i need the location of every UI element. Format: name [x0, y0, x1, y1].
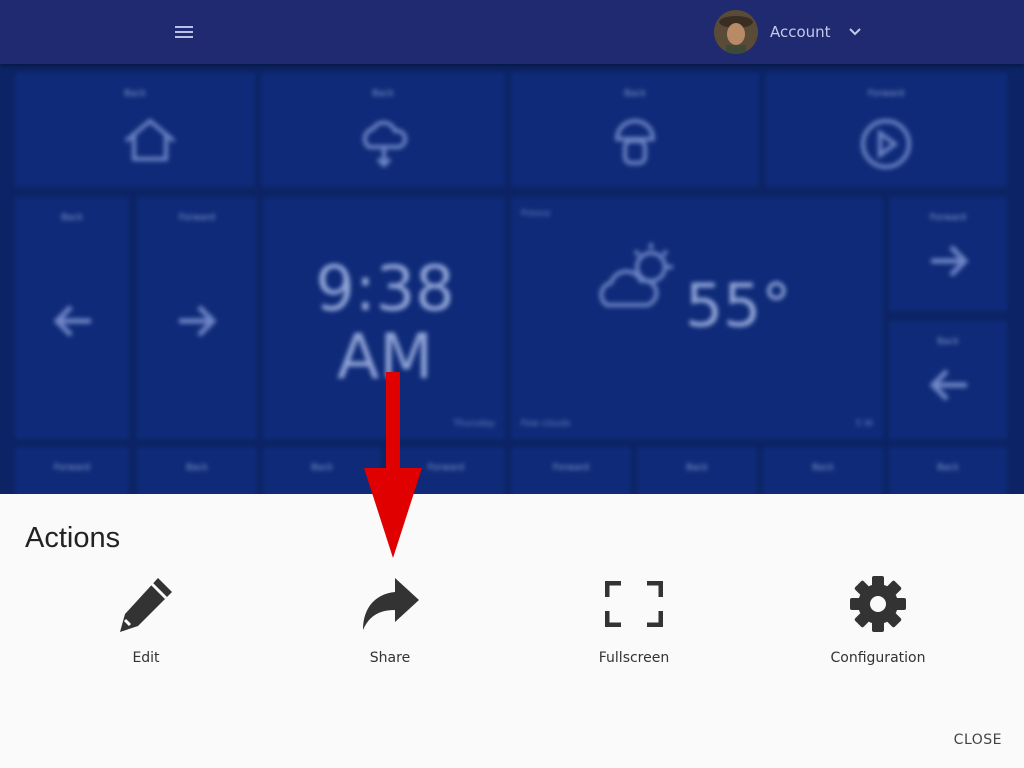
arrow-right-icon [179, 305, 217, 337]
actions-sheet: Actions Edit Share Fullscreen Configurat… [0, 494, 1024, 768]
edit-action-button[interactable]: Edit [46, 572, 246, 672]
dashboard-tile: Back [16, 198, 128, 438]
cloud-download-icon [362, 120, 408, 168]
configuration-label: Configuration [830, 650, 926, 666]
dashboard-tile: Back [890, 448, 1006, 494]
weather-tile: Fresno 55° Few clouds 5 W [512, 198, 882, 438]
arrow-right-icon [931, 245, 969, 277]
arrow-left-icon [53, 305, 91, 337]
annotation-arrow-icon [364, 372, 422, 558]
account-menu[interactable]: Account [714, 10, 863, 54]
fullscreen-icon [605, 581, 663, 627]
dashboard-tile: Back [512, 74, 758, 186]
mushroom-icon [614, 119, 656, 165]
fullscreen-label: Fullscreen [598, 650, 670, 666]
avatar [714, 10, 758, 54]
app-header: Account [0, 0, 1024, 64]
partly-cloudy-icon [599, 243, 673, 307]
share-icon [363, 578, 419, 630]
edit-label: Edit [132, 650, 160, 666]
dashboard-tile: Forward [766, 74, 1006, 186]
dashboard-tile: Forward [16, 448, 128, 494]
fullscreen-action-button[interactable]: Fullscreen [534, 572, 734, 672]
close-button[interactable]: CLOSE [954, 732, 1002, 748]
actions-title: Actions [25, 522, 121, 554]
dashboard-tile: Forward [512, 448, 630, 494]
pencil-icon [120, 578, 172, 632]
home-icon [124, 118, 176, 161]
dashboard-tile: Forward [138, 198, 256, 438]
arrow-left-icon [929, 369, 967, 401]
dashboard-tile: Back [262, 74, 504, 186]
dashboard-tile: Back [138, 448, 256, 494]
dashboard-tile: Forward [890, 198, 1006, 310]
hamburger-menu-icon[interactable] [172, 20, 196, 44]
configuration-action-button[interactable]: Configuration [778, 572, 978, 672]
play-circle-icon [861, 119, 911, 169]
share-action-button[interactable]: Share [290, 572, 490, 672]
dashboard-background: Back Back Back Forward Back Forward 9:38… [0, 64, 1024, 494]
share-label: Share [369, 650, 411, 666]
dashboard-tile: Back [890, 322, 1006, 438]
dashboard-tile: Back [638, 448, 756, 494]
dashboard-tile: Back [764, 448, 882, 494]
chevron-down-icon [848, 28, 861, 36]
dashboard-tile: Back [16, 74, 254, 186]
gear-icon [850, 576, 906, 632]
account-label: Account [770, 23, 831, 41]
